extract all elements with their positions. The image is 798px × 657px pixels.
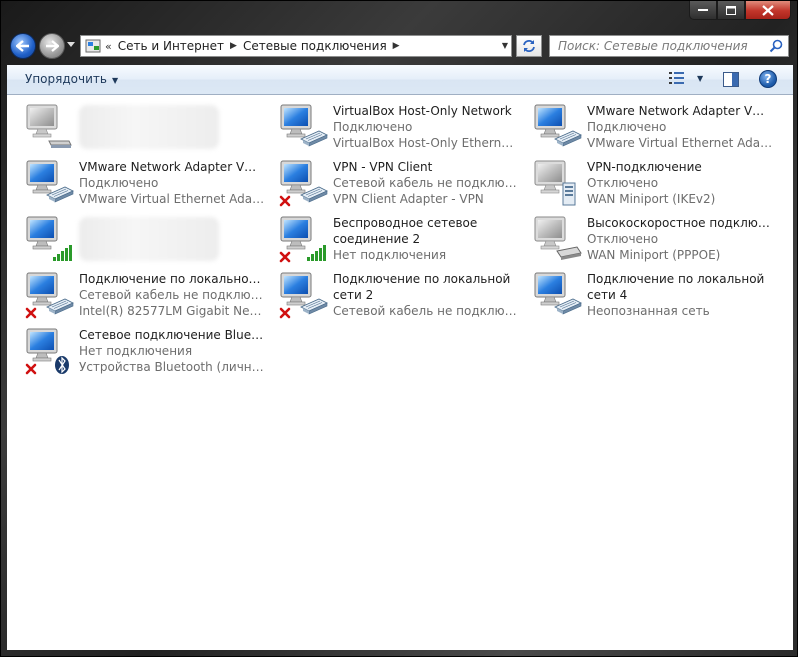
connection-status: Подключено bbox=[333, 120, 413, 134]
ethernet-adapter-icon bbox=[534, 272, 582, 315]
connection-name: VPN - VPN Client bbox=[333, 160, 433, 174]
connection-name: Сетевое подключение Bluetooth bbox=[79, 328, 265, 342]
bluetooth-disconnected-icon bbox=[25, 328, 69, 375]
ethernet-adapter-icon bbox=[534, 104, 582, 147]
address-overflow[interactable]: « bbox=[105, 40, 112, 53]
wireless-signal-icon bbox=[26, 216, 72, 261]
connection-name: VirtualBox Host-Only Network bbox=[333, 104, 512, 118]
connection-item[interactable] bbox=[13, 211, 263, 265]
connection-name: Подключение по локальной сети 4 bbox=[587, 272, 765, 302]
ethernet-adapter-icon bbox=[26, 160, 74, 203]
connection-name: VPN-подключение bbox=[587, 160, 702, 174]
explorer-window: « Сеть и Интернет ▶ Сетевые подключения … bbox=[0, 0, 798, 657]
details-view-icon bbox=[669, 72, 684, 84]
connection-status: Подключено bbox=[587, 120, 667, 134]
minimize-icon bbox=[698, 9, 708, 11]
connection-status: Сетевой кабель не подключен bbox=[333, 176, 519, 190]
search-icon[interactable] bbox=[769, 39, 783, 53]
maximize-icon bbox=[726, 5, 736, 15]
preview-pane-icon bbox=[723, 72, 739, 87]
views-dropdown-icon[interactable]: ▼ bbox=[697, 74, 703, 83]
connection-status: Сетевой кабель не подключен bbox=[333, 304, 519, 318]
recent-pages-button[interactable] bbox=[67, 41, 77, 51]
ethernet-adapter-icon bbox=[280, 104, 328, 147]
connection-device: Intel(R) 82577LM Gigabit Network... bbox=[79, 304, 265, 318]
breadcrumb-network-internet[interactable]: Сеть и Интернет bbox=[118, 39, 224, 53]
search-box[interactable] bbox=[549, 35, 789, 57]
wireless-disconnected-icon bbox=[279, 216, 326, 263]
navigation-bar: « Сеть и Интернет ▶ Сетевые подключения … bbox=[1, 31, 798, 61]
chevron-down-icon bbox=[67, 42, 75, 47]
organize-menu[interactable]: Упорядочить ▼ bbox=[25, 72, 118, 86]
redacted-connection-name bbox=[79, 217, 219, 261]
organize-label: Упорядочить bbox=[25, 72, 107, 86]
maximize-button[interactable] bbox=[717, 1, 745, 20]
search-input[interactable] bbox=[556, 38, 770, 54]
connection-device: Устройства Bluetooth (личной с... bbox=[79, 360, 265, 374]
change-view-button[interactable]: ▼ bbox=[669, 71, 703, 85]
connection-item[interactable]: Сетевое подключение Bluetooth Нет подклю… bbox=[13, 323, 265, 377]
vpn-server-icon bbox=[534, 160, 576, 206]
connection-device: WAN Miniport (IKEv2) bbox=[587, 192, 716, 206]
connection-item[interactable]: VPN - VPN Client Сетевой кабель не подкл… bbox=[267, 155, 519, 209]
connection-device: WAN Miniport (PPPOE) bbox=[587, 248, 721, 262]
refresh-button[interactable] bbox=[516, 35, 542, 57]
address-dropdown-icon[interactable]: ▼ bbox=[502, 41, 508, 50]
caption-buttons bbox=[689, 1, 791, 21]
connection-name: Подключение по локальной сети bbox=[79, 272, 265, 286]
breadcrumb-separator-icon[interactable]: ▶ bbox=[230, 41, 237, 51]
command-bar: Упорядочить ▼ ▼ ? bbox=[7, 65, 793, 95]
chevron-down-icon: ▼ bbox=[111, 76, 119, 85]
connection-status: Отключено bbox=[587, 176, 659, 190]
refresh-icon bbox=[523, 40, 535, 52]
connection-name: VMware Network Adapter VMnet1 bbox=[587, 104, 773, 118]
connection-item[interactable]: Беспроводное сетевое соединение 2 Нет по… bbox=[267, 211, 517, 265]
connection-status: Сетевой кабель не подключен bbox=[79, 288, 265, 302]
connection-status: Неопознанная сеть bbox=[587, 304, 710, 318]
arrow-left-icon bbox=[16, 40, 29, 52]
minimize-button[interactable] bbox=[689, 1, 717, 20]
connection-item[interactable]: VPN-подключение Отключено WAN Miniport (… bbox=[521, 155, 771, 209]
connection-device: VMware Virtual Ethernet Adapter ... bbox=[587, 136, 773, 150]
ethernet-adapter-disconnected-icon bbox=[279, 272, 328, 319]
connection-device: VPN Client Adapter - VPN bbox=[333, 192, 484, 206]
connection-item[interactable]: VMware Network Adapter VMnet1 Подключено… bbox=[521, 99, 773, 153]
connection-status: Нет подключения bbox=[79, 344, 193, 358]
connection-name: Высокоскоростное подключение bbox=[587, 216, 773, 230]
back-button[interactable] bbox=[10, 33, 36, 59]
connection-item[interactable]: Подключение по локальной сети Сетевой ка… bbox=[13, 267, 265, 321]
close-icon bbox=[762, 4, 774, 16]
ethernet-adapter-disconnected-icon bbox=[279, 160, 328, 207]
breadcrumb-separator-icon[interactable]: ▶ bbox=[393, 41, 400, 51]
connection-name: Беспроводное сетевое соединение 2 bbox=[333, 216, 478, 246]
connection-status: Нет подключения bbox=[333, 248, 447, 262]
connection-device: VMware Virtual Ethernet Adapter ... bbox=[79, 192, 265, 206]
connection-item[interactable]: VirtualBox Host-Only Network Подключено … bbox=[267, 99, 519, 153]
connection-status: Подключено bbox=[79, 176, 159, 190]
connection-device: VirtualBox Host-Only Ethernet Ad... bbox=[333, 136, 519, 150]
wired-adapter-icon bbox=[26, 104, 72, 148]
ethernet-adapter-disconnected-icon bbox=[25, 272, 74, 319]
connection-item[interactable]: VMware Network Adapter VMnet8 Подключено… bbox=[13, 155, 265, 209]
connection-item[interactable]: Подключение по локальной сети 2 Сетевой … bbox=[267, 267, 519, 321]
connection-name: Подключение по локальной сети 2 bbox=[333, 272, 511, 302]
connection-status: Отключено bbox=[587, 232, 659, 246]
modem-icon bbox=[534, 216, 582, 260]
connection-item[interactable]: Подключение по локальной сети 4 Неопозна… bbox=[521, 267, 771, 321]
help-button[interactable]: ? bbox=[759, 70, 777, 88]
redacted-connection-name bbox=[79, 105, 219, 149]
arrow-right-icon bbox=[46, 40, 59, 52]
connection-item[interactable]: Высокоскоростное подключение Отключено W… bbox=[521, 211, 773, 265]
connection-name: VMware Network Adapter VMnet8 bbox=[79, 160, 265, 174]
forward-button[interactable] bbox=[39, 33, 65, 59]
network-folder-icon bbox=[85, 39, 101, 53]
connection-item[interactable] bbox=[13, 99, 263, 153]
close-button[interactable] bbox=[745, 1, 791, 20]
connections-list: VirtualBox Host-Only Network Подключено … bbox=[7, 95, 793, 650]
preview-pane-button[interactable] bbox=[723, 72, 739, 87]
breadcrumb-network-connections[interactable]: Сетевые подключения bbox=[243, 39, 387, 53]
address-bar[interactable]: « Сеть и Интернет ▶ Сетевые подключения … bbox=[80, 35, 512, 57]
